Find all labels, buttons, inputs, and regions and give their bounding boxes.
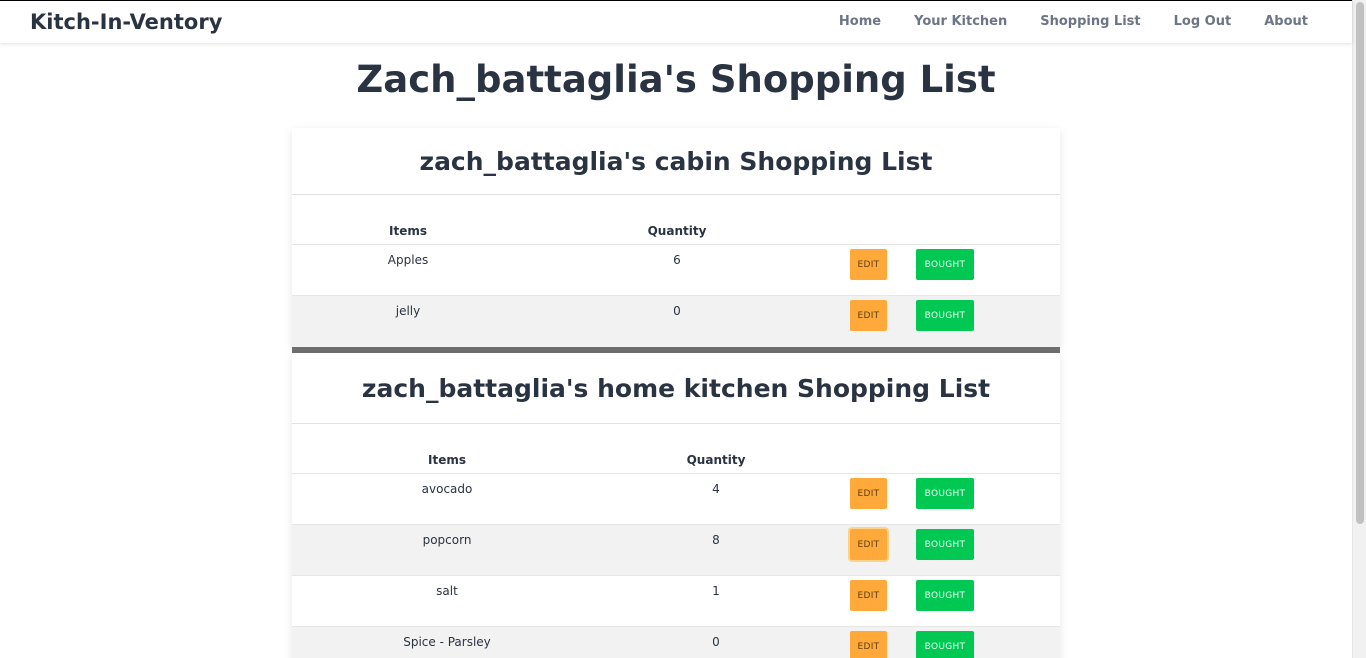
item-quantity: 0 [673, 304, 681, 318]
edit-button[interactable]: EDIT [850, 580, 887, 611]
table-row: salt 1 EDIT BOUGHT [292, 576, 1060, 627]
nav-link-your-kitchen[interactable]: Your Kitchen [914, 14, 1007, 29]
table-row: Spice - Parsley 0 EDIT BOUGHT [292, 627, 1060, 658]
shopping-list-card-home-kitchen: zach_battaglia's home kitchen Shopping L… [292, 353, 1060, 658]
edit-button[interactable]: EDIT [850, 478, 887, 509]
table-row: avocado 4 EDIT BOUGHT [292, 474, 1060, 525]
item-name: salt [436, 584, 458, 598]
item-name: Apples [387, 253, 429, 267]
edit-button[interactable]: EDIT [850, 529, 887, 560]
edit-button[interactable]: EDIT [850, 631, 887, 658]
item-name: Spice - Parsley [403, 635, 491, 649]
table-row: jelly 0 EDIT BOUGHT [292, 296, 1060, 347]
bought-button[interactable]: BOUGHT [916, 631, 974, 658]
item-quantity: 6 [673, 253, 681, 267]
shopping-lists: zach_battaglia's cabin Shopping List Ite… [292, 128, 1060, 658]
navbar: Kitch-In-Ventory Home Your Kitchen Shopp… [0, 0, 1352, 43]
column-header-items: Items [389, 224, 427, 238]
table-row: Apples 6 EDIT BOUGHT [292, 245, 1060, 296]
table-header: Items Quantity [292, 195, 1060, 245]
bought-button[interactable]: BOUGHT [916, 478, 974, 509]
nav-link-log-out[interactable]: Log Out [1174, 14, 1232, 29]
edit-button[interactable]: EDIT [850, 300, 887, 331]
card-title: zach_battaglia's home kitchen Shopping L… [361, 373, 991, 403]
bought-button[interactable]: BOUGHT [916, 300, 974, 331]
item-name: jelly [395, 304, 421, 318]
nav-link-about[interactable]: About [1264, 14, 1308, 29]
brand-logo[interactable]: Kitch-In-Ventory [30, 10, 222, 34]
shopping-list-card-cabin: zach_battaglia's cabin Shopping List Ite… [292, 128, 1060, 347]
card-title: zach_battaglia's cabin Shopping List [419, 146, 933, 176]
table-row: popcorn 8 EDIT BOUGHT [292, 525, 1060, 576]
bought-button[interactable]: BOUGHT [916, 580, 974, 611]
page-title: Zach_battaglia's Shopping List [356, 58, 996, 101]
edit-button[interactable]: EDIT [850, 249, 887, 280]
column-header-items: Items [428, 453, 466, 467]
item-quantity: 0 [712, 635, 720, 649]
card-header: zach_battaglia's home kitchen Shopping L… [292, 353, 1060, 424]
nav-link-shopping-list[interactable]: Shopping List [1040, 14, 1140, 29]
column-header-quantity: Quantity [686, 453, 746, 467]
item-name: popcorn [422, 533, 472, 547]
column-header-quantity: Quantity [647, 224, 707, 238]
item-quantity: 4 [712, 482, 720, 496]
item-quantity: 8 [712, 533, 720, 547]
table-header: Items Quantity [292, 424, 1060, 474]
item-quantity: 1 [712, 584, 720, 598]
nav-links: Home Your Kitchen Shopping List Log Out … [806, 14, 1308, 29]
scrollbar-thumb[interactable] [1356, 2, 1364, 524]
bought-button[interactable]: BOUGHT [916, 249, 974, 280]
nav-link-home[interactable]: Home [839, 14, 881, 29]
item-name: avocado [421, 482, 473, 496]
page-scrollbar[interactable] [1352, 0, 1366, 658]
card-header: zach_battaglia's cabin Shopping List [292, 128, 1060, 195]
bought-button[interactable]: BOUGHT [916, 529, 974, 560]
